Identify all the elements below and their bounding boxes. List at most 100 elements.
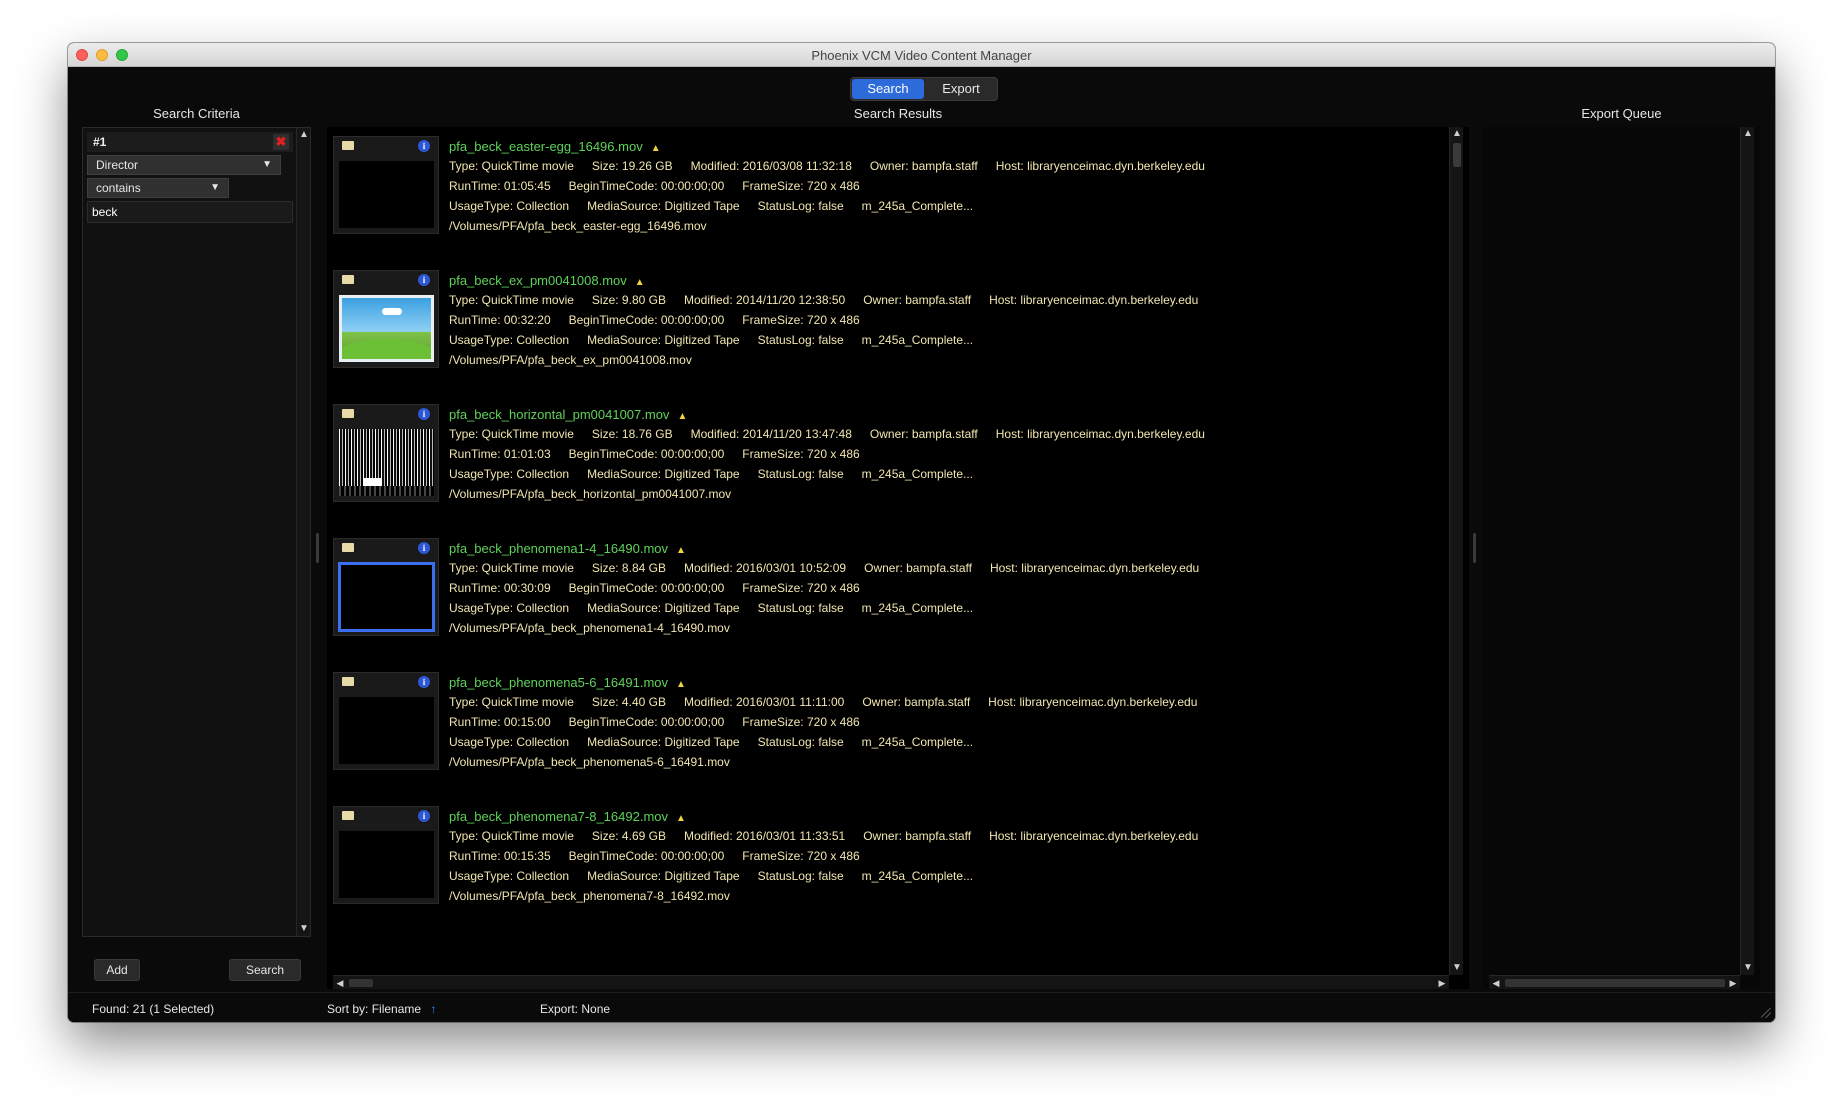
splitter-handle[interactable]: [1473, 533, 1476, 563]
usage-type: UsageType: Collection: [449, 735, 570, 749]
scroll-right-icon[interactable]: ▶: [1435, 976, 1449, 990]
result-thumbnail[interactable]: i: [333, 136, 439, 234]
results-hscrollbar[interactable]: ◀ ▶: [333, 975, 1449, 989]
scroll-left-icon[interactable]: ◀: [1489, 976, 1503, 990]
result-item[interactable]: i pfa_beck_phenomena5-6_16491.mov ▲ Type: Q…: [333, 672, 1433, 790]
info-icon[interactable]: i: [418, 274, 430, 286]
criteria-scrollbar[interactable]: ▲ ▼: [296, 128, 310, 936]
log-note: m_245a_Complete...: [861, 199, 974, 213]
scroll-down-icon[interactable]: ▼: [297, 922, 311, 936]
file-path: /Volumes/PFA/pfa_beck_phenomena1-4_16490…: [449, 621, 730, 635]
scroll-up-icon[interactable]: ▲: [297, 128, 311, 142]
usage-type: UsageType: Collection: [449, 467, 570, 481]
result-info: pfa_beck_ex_pm0041008.mov ▲ Type: QuickTim…: [449, 272, 1429, 370]
tab-search[interactable]: Search: [852, 79, 924, 99]
sort-value[interactable]: Filename: [372, 1002, 421, 1016]
owner: Owner: bampfa.staff: [863, 829, 972, 843]
selected-count: (1 Selected): [149, 1002, 215, 1016]
found-count: 21: [132, 1002, 147, 1016]
warning-icon: ▲: [677, 411, 688, 422]
scroll-up-icon[interactable]: ▲: [1450, 127, 1464, 141]
usage-type: UsageType: Collection: [449, 333, 570, 347]
scroll-up-icon[interactable]: ▲: [1741, 127, 1755, 141]
scroll-down-icon[interactable]: ▼: [1450, 961, 1464, 975]
log-note: m_245a_Complete...: [861, 601, 974, 615]
remove-criterion-icon[interactable]: ✖: [273, 134, 289, 150]
scroll-right-icon[interactable]: ▶: [1726, 976, 1740, 990]
result-item[interactable]: i pfa_beck_easter-egg_16496.mov ▲ Type: Qui…: [333, 136, 1433, 254]
result-thumbnail[interactable]: i: [333, 806, 439, 904]
scroll-thumb[interactable]: [349, 979, 373, 987]
result-meta-line-2: RunTime: 00:30:09 BeginTimeCode: 00:00:00…: [449, 578, 1429, 598]
file-size: Size: 19.26 GB: [591, 159, 673, 173]
file-size: Size: 18.76 GB: [591, 427, 673, 441]
media-source: MediaSource: Digitized Tape: [587, 199, 740, 213]
search-button[interactable]: Search: [229, 959, 301, 981]
results-vscrollbar[interactable]: ▲ ▼: [1449, 127, 1463, 975]
result-item[interactable]: i pfa_beck_ex_pm0041008.mov ▲ Type: QuickTi…: [333, 270, 1433, 388]
result-filename[interactable]: pfa_beck_phenomena1-4_16490.mov: [449, 541, 668, 556]
info-icon[interactable]: i: [418, 810, 430, 822]
result-item[interactable]: i pfa_beck_horizontal_pm0041007.mov ▲ Type:…: [333, 404, 1433, 522]
scroll-left-icon[interactable]: ◀: [333, 976, 347, 990]
runtime: RunTime: 01:05:45: [449, 179, 551, 193]
splitter-handle[interactable]: [316, 533, 319, 563]
sort-status[interactable]: Sort by: Filename ↑: [327, 1002, 436, 1016]
operator-dropdown[interactable]: contains ▼: [87, 178, 229, 198]
result-filename[interactable]: pfa_beck_ex_pm0041008.mov: [449, 273, 627, 288]
result-filename[interactable]: pfa_beck_phenomena7-8_16492.mov: [449, 809, 668, 824]
search-criteria-heading: Search Criteria: [153, 106, 240, 121]
info-icon[interactable]: i: [418, 140, 430, 152]
export-queue-heading: Export Queue: [1581, 106, 1662, 121]
reveal-folder-icon[interactable]: [342, 811, 354, 820]
result-thumbnail[interactable]: i: [333, 672, 439, 770]
media-source: MediaSource: Digitized Tape: [587, 869, 740, 883]
info-icon[interactable]: i: [418, 676, 430, 688]
window-title: Phoenix VCM Video Content Manager: [811, 48, 1032, 63]
criterion-id: #1: [93, 135, 107, 149]
modified-date: Modified: 2016/03/01 10:52:09: [683, 561, 847, 575]
resize-grip-icon[interactable]: [1761, 1008, 1771, 1018]
result-meta-line-3: UsageType: Collection MediaSource: Digiti…: [449, 866, 1429, 886]
result-info: pfa_beck_horizontal_pm0041007.mov ▲ Type: …: [449, 406, 1429, 504]
file-path: /Volumes/PFA/pfa_beck_easter-egg_16496.m…: [449, 219, 707, 233]
field-dropdown[interactable]: Director ▼: [87, 155, 281, 175]
frame-size: FrameSize: 720 x 486: [742, 715, 860, 729]
host: Host: libraryenceimac.dyn.berkeley.edu: [995, 159, 1205, 173]
result-meta-line-3: UsageType: Collection MediaSource: Digiti…: [449, 732, 1429, 752]
result-filename-row: pfa_beck_phenomena1-4_16490.mov ▲: [449, 540, 1429, 558]
export-hscrollbar[interactable]: ◀ ▶: [1489, 975, 1740, 989]
export-vscrollbar[interactable]: ▲ ▼: [1740, 127, 1754, 975]
add-button[interactable]: Add: [94, 959, 140, 981]
tab-export[interactable]: Export: [925, 78, 997, 100]
result-item[interactable]: i pfa_beck_phenomena1-4_16490.mov ▲ Type: Q…: [333, 538, 1433, 656]
result-thumbnail[interactable]: i: [333, 270, 439, 368]
result-info: pfa_beck_easter-egg_16496.mov ▲ Type: Quic…: [449, 138, 1429, 236]
reveal-folder-icon[interactable]: [342, 543, 354, 552]
reveal-folder-icon[interactable]: [342, 409, 354, 418]
result-filename[interactable]: pfa_beck_easter-egg_16496.mov: [449, 139, 643, 154]
frame-size: FrameSize: 720 x 486: [742, 581, 860, 595]
reveal-folder-icon[interactable]: [342, 677, 354, 686]
sort-ascending-icon[interactable]: ↑: [430, 1002, 436, 1016]
scroll-down-icon[interactable]: ▼: [1741, 961, 1755, 975]
result-item[interactable]: i pfa_beck_phenomena7-8_16492.mov ▲ Type: Q…: [333, 806, 1433, 924]
result-thumbnail[interactable]: i: [333, 404, 439, 502]
result-filename[interactable]: pfa_beck_horizontal_pm0041007.mov: [449, 407, 669, 422]
modified-date: Modified: 2014/11/20 13:47:48: [690, 427, 852, 441]
export-queue-panel: ▲ ▼ ◀ ▶: [1483, 127, 1760, 989]
info-icon[interactable]: i: [418, 542, 430, 554]
scroll-thumb[interactable]: [1453, 143, 1461, 167]
result-thumbnail[interactable]: i: [333, 538, 439, 636]
media-source: MediaSource: Digitized Tape: [587, 735, 740, 749]
thumbnail-toolbar: i: [334, 271, 438, 289]
reveal-folder-icon[interactable]: [342, 275, 354, 284]
result-filename[interactable]: pfa_beck_phenomena5-6_16491.mov: [449, 675, 668, 690]
scroll-thumb[interactable]: [1505, 979, 1725, 987]
reveal-folder-icon[interactable]: [342, 141, 354, 150]
info-icon[interactable]: i: [418, 408, 430, 420]
result-filename-row: pfa_beck_easter-egg_16496.mov ▲: [449, 138, 1429, 156]
host: Host: libraryenceimac.dyn.berkeley.edu: [988, 695, 1198, 709]
criterion-value-input[interactable]: beck: [87, 201, 293, 223]
warning-icon: ▲: [676, 679, 686, 690]
